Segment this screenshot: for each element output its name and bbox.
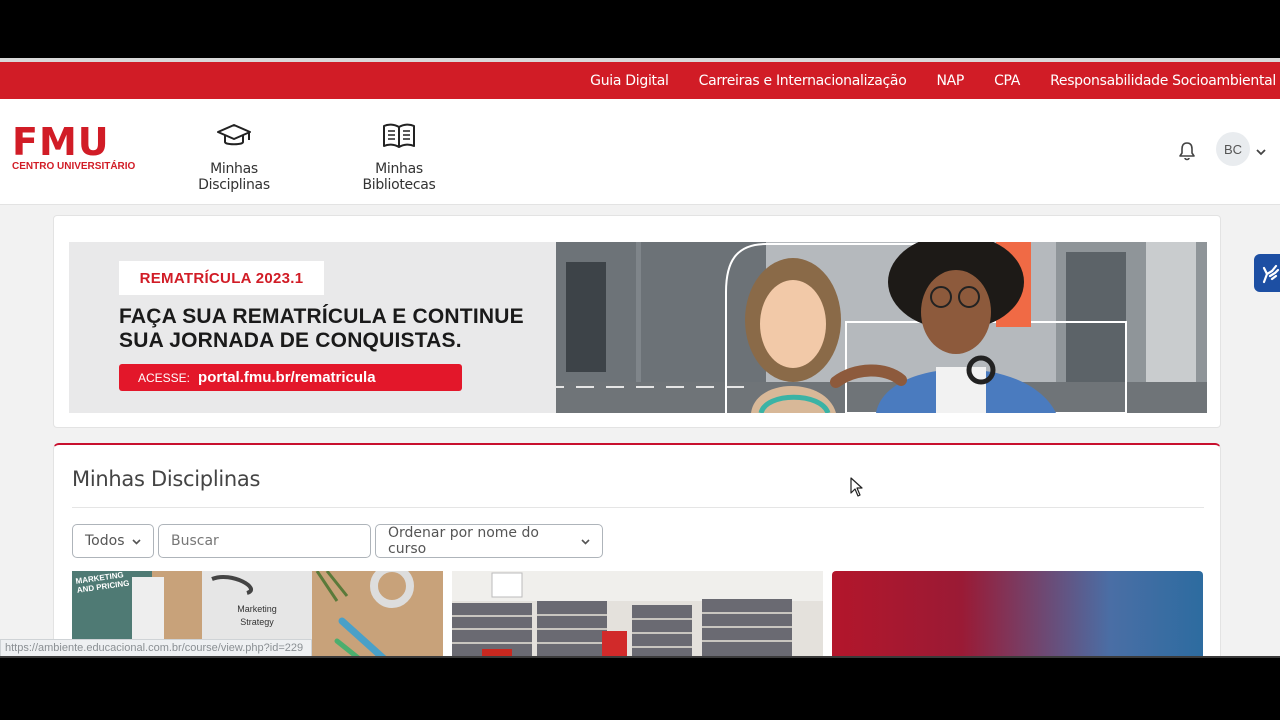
divider xyxy=(72,507,1204,508)
nav-minhas-bibliotecas[interactable]: Minhas Bibliotecas xyxy=(338,121,460,193)
chevron-down-icon[interactable] xyxy=(1256,143,1266,161)
banner-card: REMATRÍCULA 2023.1 FAÇA SUA REMATRÍCULA … xyxy=(53,215,1221,428)
chevron-down-icon xyxy=(581,533,590,549)
banner-tag: REMATRÍCULA 2023.1 xyxy=(119,261,324,295)
top-link-bar: Guia Digital Carreiras e Internacionaliz… xyxy=(0,62,1280,99)
filter-dropdown[interactable]: Todos xyxy=(72,524,154,558)
banner-students-photo xyxy=(556,242,1207,413)
link-guia-digital[interactable]: Guia Digital xyxy=(590,73,669,89)
banner-link-url: portal.fmu.br/rematricula xyxy=(198,369,376,386)
banner-headline-line-1: FAÇA SUA REMATRÍCULA E CONTINUE xyxy=(119,305,524,328)
logo-text: FMU xyxy=(12,120,110,164)
nav-label: Minhas Bibliotecas xyxy=(362,161,436,193)
course-image-note: Marketing Strategy xyxy=(237,604,277,627)
chevron-down-icon xyxy=(132,533,141,549)
graduation-cap-icon xyxy=(175,121,293,151)
nav-label: Minhas Disciplinas xyxy=(198,161,270,193)
search-input[interactable]: Buscar xyxy=(158,524,371,558)
banner-link[interactable]: ACESSE: portal.fmu.br/rematricula xyxy=(119,364,462,391)
book-icon xyxy=(338,121,460,151)
divider xyxy=(0,656,1280,658)
banner-headline: FAÇA SUA REMATRÍCULA E CONTINUE SUA JORN… xyxy=(119,305,549,353)
bell-icon[interactable] xyxy=(1178,141,1196,166)
browser-viewport: Guia Digital Carreiras e Internacionaliz… xyxy=(0,58,1280,658)
link-responsabilidade[interactable]: Responsabilidade Socioambiental xyxy=(1050,73,1276,89)
banner-link-prefix: ACESSE: xyxy=(138,370,191,385)
filter-value: Todos xyxy=(85,533,125,549)
course-card-image[interactable] xyxy=(452,571,823,658)
avatar[interactable]: BC xyxy=(1216,132,1250,166)
fmu-logo[interactable]: FMU CENTRO UNIVERSITÁRIO xyxy=(12,120,136,172)
link-carreiras[interactable]: Carreiras e Internacionalização xyxy=(699,73,907,89)
accessibility-hand-icon[interactable] xyxy=(1254,254,1280,292)
rematricula-banner[interactable]: REMATRÍCULA 2023.1 FAÇA SUA REMATRÍCULA … xyxy=(69,242,1207,413)
link-nap[interactable]: NAP xyxy=(936,73,964,89)
sort-dropdown[interactable]: Ordenar por nome do curso xyxy=(375,524,603,558)
sort-value: Ordenar por nome do curso xyxy=(388,525,539,557)
link-cpa[interactable]: CPA xyxy=(994,73,1020,89)
banner-headline-line-2: SUA JORNADA DE CONQUISTAS. xyxy=(119,329,462,352)
mouse-cursor-icon xyxy=(850,477,864,502)
my-courses-section: Minhas Disciplinas Todos Buscar Ordenar … xyxy=(53,443,1221,658)
main-navbar: FMU CENTRO UNIVERSITÁRIO Minhas Discipli… xyxy=(0,99,1280,205)
section-title: Minhas Disciplinas xyxy=(72,467,261,491)
nav-minhas-disciplinas[interactable]: Minhas Disciplinas xyxy=(175,121,293,193)
course-card-image[interactable] xyxy=(832,571,1203,658)
logo-subtext: CENTRO UNIVERSITÁRIO xyxy=(12,161,136,172)
course-image-library xyxy=(452,571,823,658)
